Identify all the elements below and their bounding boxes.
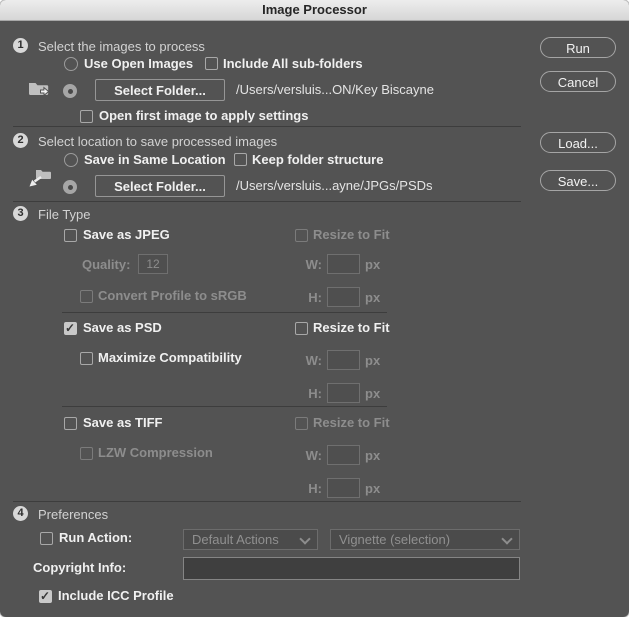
jpeg-w-label: W: bbox=[295, 257, 322, 272]
open-images-folder-icon bbox=[28, 80, 52, 98]
psd-w-input bbox=[327, 350, 360, 370]
run-action-label: Run Action: bbox=[59, 530, 132, 545]
s1-select-folder-radio[interactable] bbox=[63, 84, 77, 98]
use-open-images-label: Use Open Images bbox=[84, 56, 193, 71]
action-item-value: Vignette (selection) bbox=[339, 532, 450, 547]
copyright-input[interactable] bbox=[183, 557, 520, 580]
save-as-psd-label: Save as PSD bbox=[83, 320, 162, 335]
save-folder-icon bbox=[28, 168, 52, 188]
s1-select-folder-button[interactable]: Select Folder... bbox=[95, 79, 225, 101]
psd-resize-label: Resize to Fit bbox=[313, 320, 390, 335]
tiff-resize-label: Resize to Fit bbox=[313, 415, 390, 430]
run-button[interactable]: Run bbox=[540, 37, 616, 58]
tiff-w-input bbox=[327, 445, 360, 465]
s2-select-folder-radio[interactable] bbox=[63, 180, 77, 194]
psd-w-px: px bbox=[365, 353, 380, 368]
s2-selected-path: /Users/versluis...ayne/JPGs/PSDs bbox=[236, 178, 433, 193]
tiff-h-input bbox=[327, 478, 360, 498]
include-icc-label: Include ICC Profile bbox=[58, 588, 174, 603]
separator bbox=[62, 312, 387, 313]
section-4-badge: 4 bbox=[13, 506, 28, 521]
jpeg-h-px: px bbox=[365, 290, 380, 305]
section-2-badge: 2 bbox=[13, 133, 28, 148]
save-as-psd-checkbox[interactable] bbox=[64, 322, 77, 335]
action-set-dropdown: Default Actions bbox=[183, 529, 318, 550]
open-first-label: Open first image to apply settings bbox=[99, 108, 308, 123]
save-as-tiff-label: Save as TIFF bbox=[83, 415, 162, 430]
separator bbox=[13, 501, 521, 502]
section-3-header: File Type bbox=[38, 207, 91, 222]
titlebar[interactable]: Image Processor bbox=[0, 0, 629, 21]
separator bbox=[13, 201, 521, 202]
tiff-h-px: px bbox=[365, 481, 380, 496]
image-processor-dialog: Image Processor Run Cancel Load... Save.… bbox=[0, 0, 629, 617]
tiff-h-label: H: bbox=[295, 481, 322, 496]
psd-h-px: px bbox=[365, 386, 380, 401]
action-item-dropdown: Vignette (selection) bbox=[330, 529, 520, 550]
save-same-location-label: Save in Same Location bbox=[84, 152, 226, 167]
action-set-value: Default Actions bbox=[192, 532, 279, 547]
copyright-label: Copyright Info: bbox=[33, 560, 126, 575]
load-button[interactable]: Load... bbox=[540, 132, 616, 153]
save-as-jpeg-checkbox[interactable] bbox=[64, 229, 77, 242]
include-subfolders-label: Include All sub-folders bbox=[223, 56, 363, 71]
section-1-badge: 1 bbox=[13, 38, 28, 53]
include-icc-checkbox[interactable] bbox=[39, 590, 52, 603]
jpeg-w-px: px bbox=[365, 257, 380, 272]
use-open-images-radio[interactable] bbox=[64, 57, 78, 71]
section-1-header: Select the images to process bbox=[38, 39, 205, 54]
save-same-location-radio[interactable] bbox=[64, 153, 78, 167]
tiff-resize-checkbox bbox=[295, 417, 308, 430]
maximize-compat-label: Maximize Compatibility bbox=[98, 350, 242, 365]
jpeg-h-label: H: bbox=[295, 290, 322, 305]
chevron-down-icon bbox=[299, 533, 310, 544]
jpeg-h-input bbox=[327, 287, 360, 307]
psd-w-label: W: bbox=[295, 353, 322, 368]
jpeg-resize-checkbox bbox=[295, 229, 308, 242]
s2-select-folder-button[interactable]: Select Folder... bbox=[95, 175, 225, 197]
quality-input bbox=[138, 254, 168, 274]
psd-resize-checkbox[interactable] bbox=[295, 322, 308, 335]
jpeg-resize-label: Resize to Fit bbox=[313, 227, 390, 242]
convert-srgb-checkbox bbox=[80, 290, 93, 303]
s1-selected-path: /Users/versluis...ON/Key Biscayne bbox=[236, 82, 434, 97]
lzw-label: LZW Compression bbox=[98, 445, 213, 460]
lzw-checkbox bbox=[80, 447, 93, 460]
save-as-jpeg-label: Save as JPEG bbox=[83, 227, 170, 242]
section-3-badge: 3 bbox=[13, 206, 28, 221]
window-title: Image Processor bbox=[262, 2, 367, 17]
include-subfolders-checkbox[interactable] bbox=[205, 57, 218, 70]
keep-folder-structure-label: Keep folder structure bbox=[252, 152, 383, 167]
quality-label: Quality: bbox=[82, 257, 130, 272]
tiff-w-label: W: bbox=[295, 448, 322, 463]
section-2-header: Select location to save processed images bbox=[38, 134, 277, 149]
save-button[interactable]: Save... bbox=[540, 170, 616, 191]
tiff-w-px: px bbox=[365, 448, 380, 463]
psd-h-label: H: bbox=[295, 386, 322, 401]
chevron-down-icon bbox=[501, 533, 512, 544]
separator bbox=[62, 406, 387, 407]
run-action-checkbox[interactable] bbox=[40, 532, 53, 545]
convert-srgb-label: Convert Profile to sRGB bbox=[98, 288, 247, 303]
keep-folder-structure-checkbox[interactable] bbox=[234, 153, 247, 166]
cancel-button[interactable]: Cancel bbox=[540, 71, 616, 92]
save-as-tiff-checkbox[interactable] bbox=[64, 417, 77, 430]
separator bbox=[13, 126, 521, 127]
psd-h-input bbox=[327, 383, 360, 403]
open-first-checkbox[interactable] bbox=[80, 110, 93, 123]
section-4-header: Preferences bbox=[38, 507, 108, 522]
maximize-compat-checkbox[interactable] bbox=[80, 352, 93, 365]
jpeg-w-input bbox=[327, 254, 360, 274]
